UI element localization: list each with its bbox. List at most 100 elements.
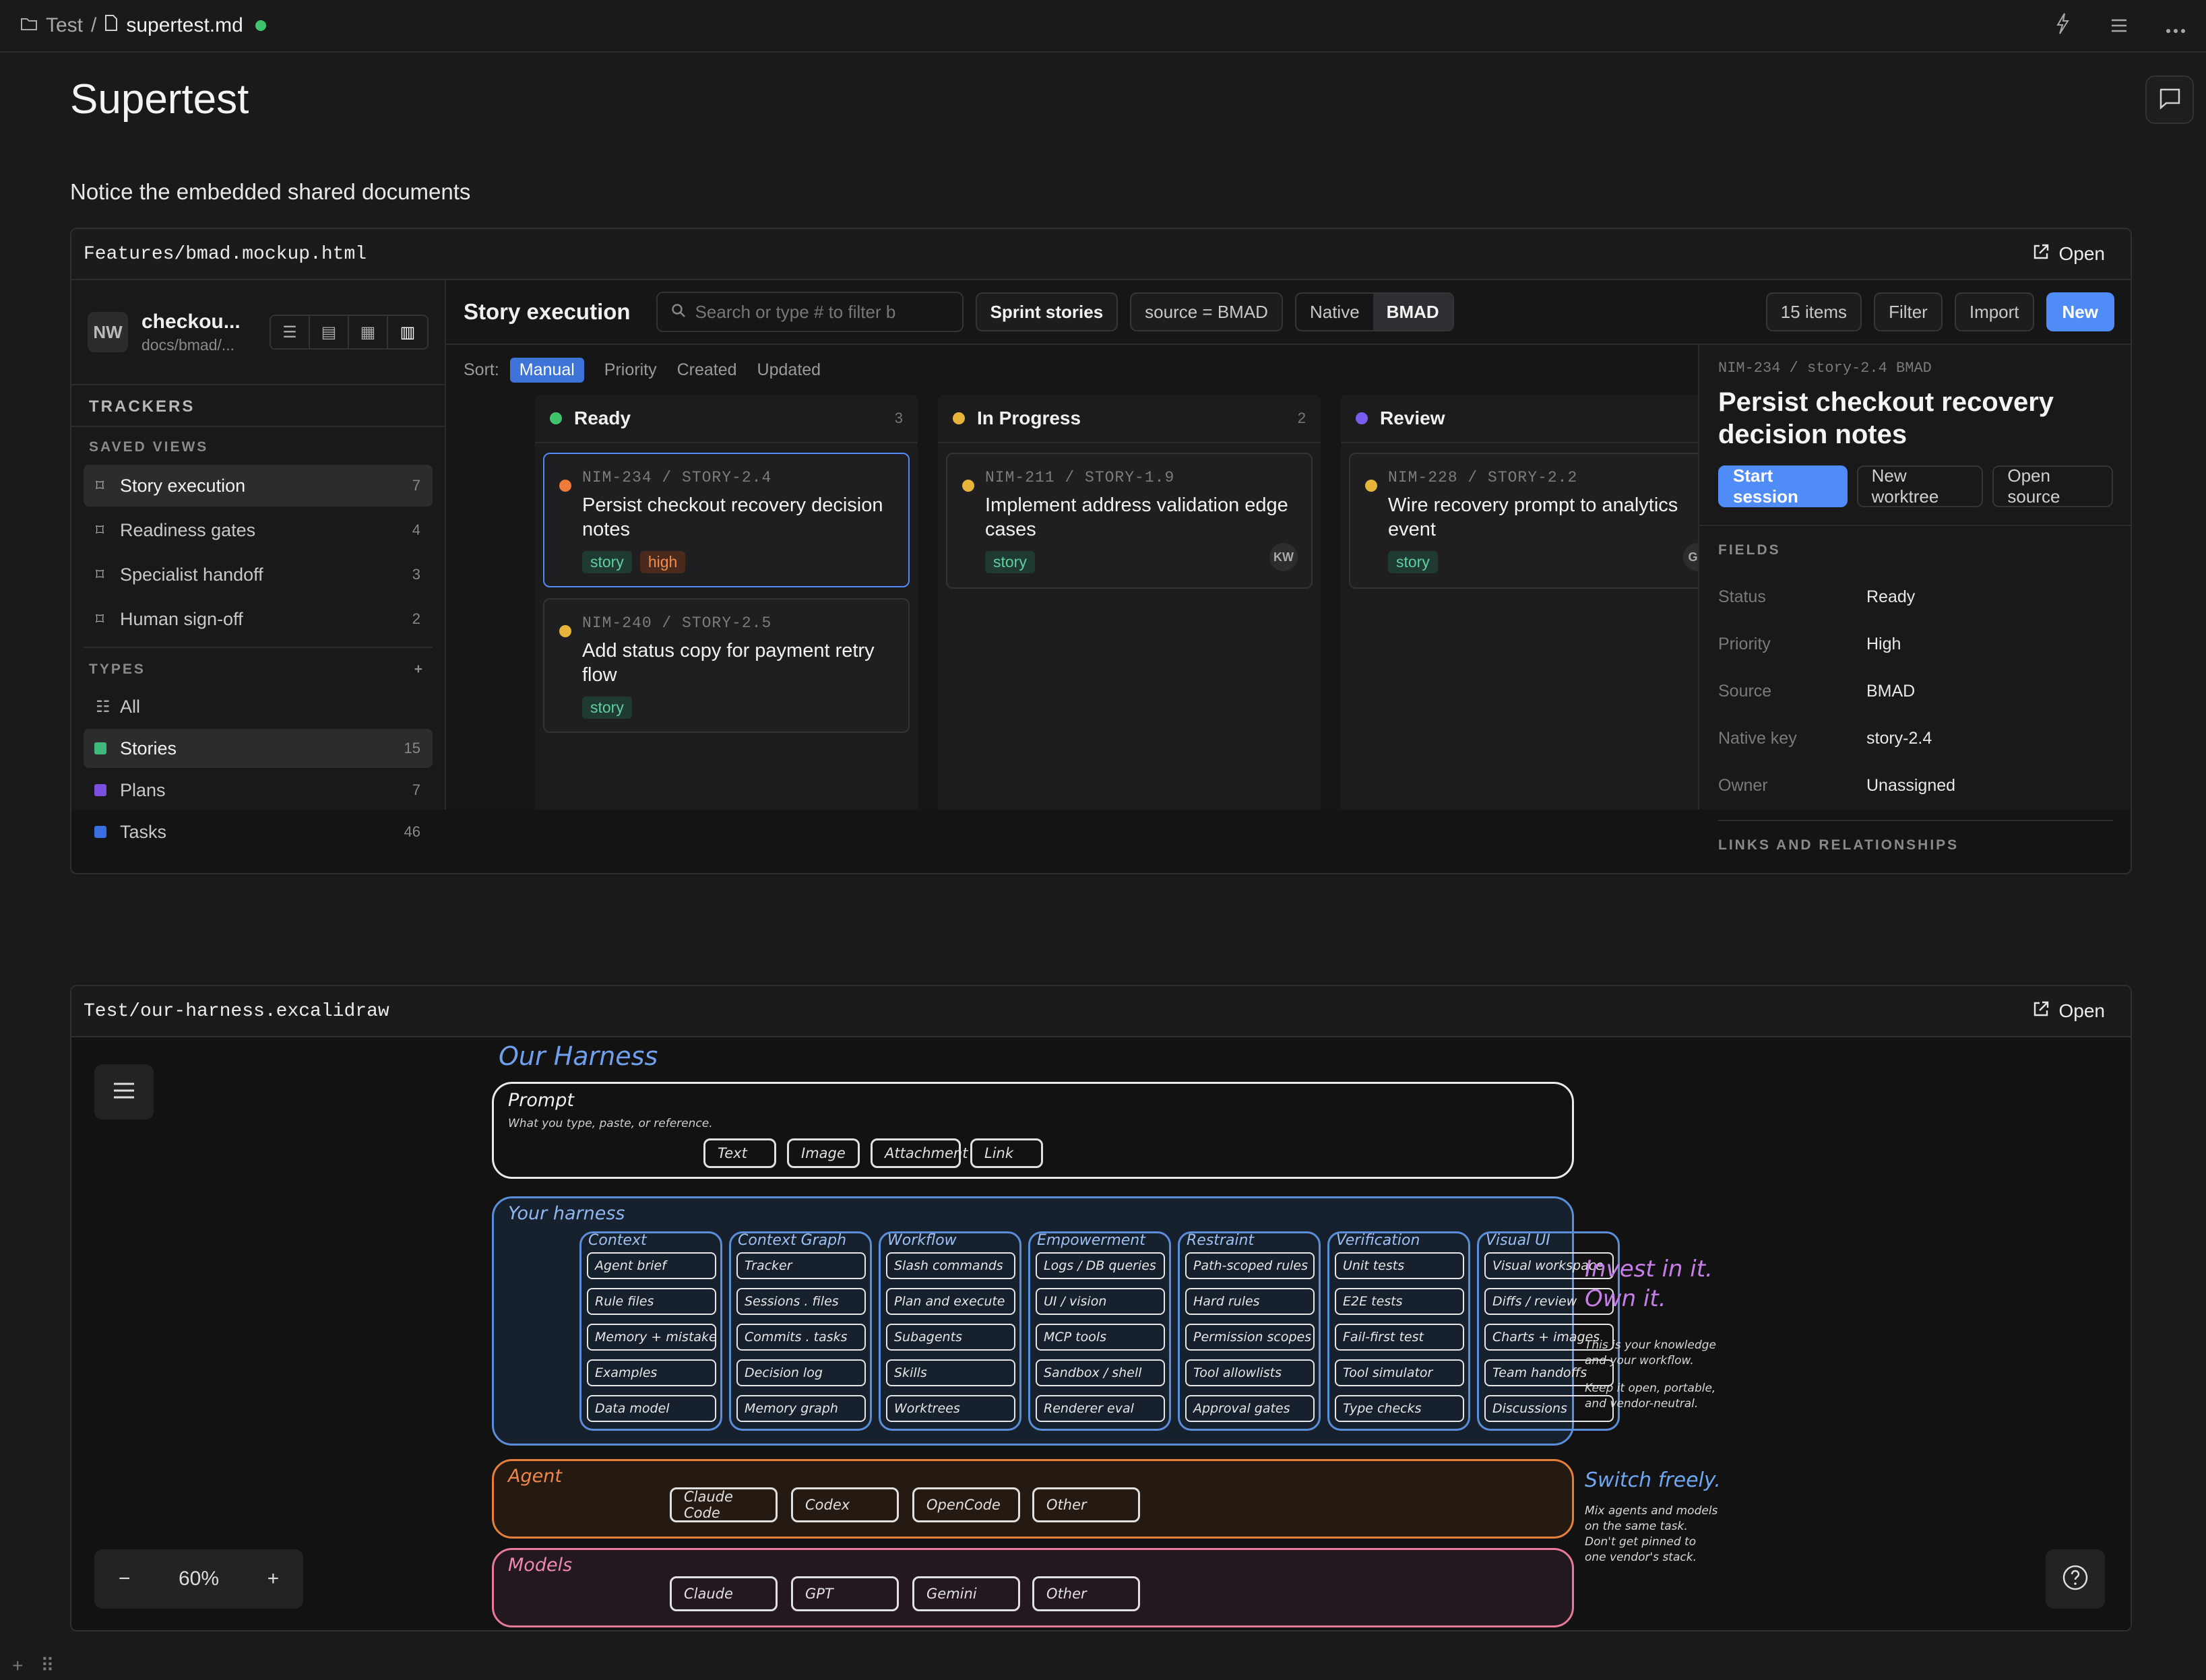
harness-item: Plan and execute [886, 1288, 1015, 1315]
file-icon [104, 14, 118, 37]
saved-view-label: Human sign-off [120, 608, 243, 629]
avatar: KW [1269, 543, 1298, 571]
tracker-sidebar: NW checkou... docs/bmad/... ☰ ▤ ▦ ▥ TRAC… [71, 280, 446, 842]
help-button[interactable] [2046, 1549, 2105, 1609]
switch-line: Don't get pinned to [1585, 1535, 1697, 1549]
project-name[interactable]: checkou... [141, 311, 241, 333]
harness-item: Slash commands [886, 1252, 1015, 1279]
story-card[interactable]: NIM-234 / STORY-2.4 Persist checkout rec… [543, 453, 910, 587]
search-input[interactable]: Search or type # to filter b [656, 292, 964, 332]
type-plans[interactable]: Plans 7 [84, 771, 433, 810]
start-session-button[interactable]: Start session [1718, 465, 1848, 507]
zoom-level[interactable]: 60% [179, 1568, 219, 1590]
sort-created[interactable]: Created [677, 360, 737, 380]
invest-line: Keep it open, portable, [1585, 1382, 1716, 1395]
filter-button[interactable]: Filter [1874, 292, 1943, 331]
outline-icon[interactable] [2110, 13, 2128, 40]
harness-item: MCP tools [1036, 1324, 1165, 1351]
card-key: NIM-228 / STORY-2.2 [1388, 469, 1578, 486]
saved-view-readiness-gates[interactable]: ⌑ Readiness gates 4 [84, 509, 433, 551]
native-toggle[interactable]: Native [1296, 294, 1373, 330]
saved-view-specialist-handoff[interactable]: ⌑ Specialist handoff 3 [84, 554, 433, 595]
breadcrumb-folder[interactable]: Test [46, 14, 83, 37]
source-filter[interactable]: source = BMAD [1130, 292, 1283, 331]
zoom-in-button[interactable]: + [267, 1568, 280, 1590]
field-value[interactable]: BMAD [1866, 682, 1915, 701]
card-title: Wire recovery prompt to analytics event [1388, 494, 1678, 540]
story-card[interactable]: NIM-240 / STORY-2.5 Add status copy for … [543, 598, 910, 733]
breadcrumb-separator: / [91, 14, 97, 36]
harness-column: Empowerment Logs / DB queries UI / vision M… [1028, 1231, 1171, 1431]
type-label: All [120, 696, 141, 717]
invest-note: This is your knowledge and your workflow… [1585, 1338, 1716, 1412]
column-name: Ready [574, 408, 631, 428]
harness-item: Worktrees [886, 1395, 1015, 1422]
harness-column: Context Graph Tracker Sessions . files Comm… [729, 1231, 872, 1431]
sort-priority[interactable]: Priority [604, 360, 657, 380]
card-title: Implement address validation edge cases [985, 494, 1288, 540]
field-value[interactable]: Unassigned [1866, 776, 1955, 796]
field-row: Owner Unassigned [1718, 762, 2113, 809]
bookmark-icon: ⌑ [96, 565, 104, 584]
field-value[interactable]: High [1866, 635, 1901, 654]
harness-item: Renderer eval [1036, 1395, 1165, 1422]
column-count: 2 [1297, 410, 1306, 426]
harness-item: Commits . tasks [736, 1324, 866, 1351]
comments-button[interactable] [2145, 75, 2194, 124]
add-type-button[interactable]: + [414, 661, 424, 678]
open-source-button[interactable]: Open source [1992, 465, 2113, 507]
list-view-icon[interactable]: ☰ [271, 316, 310, 348]
bookmark-icon: ⌑ [96, 521, 104, 540]
sparkle-icon[interactable] [2052, 12, 2073, 41]
import-button[interactable]: Import [1954, 292, 2034, 331]
table-view-icon[interactable]: ▤ [310, 316, 349, 348]
plus-icon[interactable]: + [12, 1655, 23, 1676]
column-name: In Progress [977, 408, 1081, 428]
sort-manual[interactable]: Manual [509, 357, 584, 383]
prompt-chip-attachment: Attachment [871, 1138, 968, 1168]
add-block-controls[interactable]: + ⠿ [12, 1654, 55, 1677]
harness-item: Logs / DB queries [1036, 1252, 1165, 1279]
excalidraw-canvas[interactable]: Our Harness Prompt What you type, paste,… [71, 1037, 2131, 1630]
canvas-menu-button[interactable] [94, 1064, 154, 1120]
harness-column-title: Verification [1336, 1232, 1420, 1249]
saved-view-story-execution[interactable]: ⌑ Story execution 7 [84, 465, 433, 507]
board-view-icon[interactable]: ▥ [388, 316, 427, 348]
harness-column-title: Empowerment [1037, 1232, 1145, 1249]
story-card[interactable]: NIM-211 / STORY-1.9 Implement address va… [946, 453, 1313, 589]
zoom-out-button[interactable]: − [119, 1568, 131, 1590]
harness-item: Memory + mistakes [587, 1324, 716, 1351]
sprint-stories-filter[interactable]: Sprint stories [975, 292, 1118, 331]
field-value[interactable]: story-2.4 [1866, 729, 1932, 748]
new-button[interactable]: New [2046, 292, 2114, 331]
column-header: Ready 3 [535, 395, 918, 443]
saved-view-count: 4 [412, 521, 420, 538]
agent-chip-other: Other [1032, 1487, 1140, 1522]
embed-open-button[interactable]: Open [2032, 1000, 2105, 1023]
type-label: Plans [120, 779, 166, 800]
field-value[interactable]: Ready [1866, 587, 1915, 607]
harness-item: Type checks [1335, 1395, 1464, 1422]
type-tasks[interactable]: Tasks 46 [84, 812, 433, 851]
help-icon [2062, 1564, 2089, 1594]
type-all[interactable]: ☷ All [84, 687, 433, 726]
sort-updated[interactable]: Updated [757, 360, 821, 380]
more-icon[interactable] [2166, 13, 2186, 40]
field-key: Source [1718, 681, 1772, 701]
new-worktree-button[interactable]: New worktree [1856, 465, 1984, 507]
embed-open-button[interactable]: Open [2032, 243, 2105, 265]
bmad-toggle[interactable]: BMAD [1373, 294, 1453, 330]
invest-line: and your workflow. [1585, 1354, 1694, 1367]
grid-view-icon[interactable]: ▦ [349, 316, 388, 348]
harness-item: E2E tests [1335, 1288, 1464, 1315]
harness-item: Rule files [587, 1288, 716, 1315]
saved-view-human-sign-off[interactable]: ⌑ Human sign-off 2 [84, 598, 433, 640]
type-stories[interactable]: Stories 15 [84, 729, 433, 768]
breadcrumb-file[interactable]: supertest.md [126, 14, 243, 37]
story-card[interactable]: NIM-228 / STORY-2.2 Wire recovery prompt… [1349, 453, 1711, 589]
drag-handle-icon[interactable]: ⠿ [40, 1655, 55, 1676]
switch-line: Mix agents and models [1585, 1504, 1718, 1518]
harness-column-title: Context [588, 1232, 647, 1249]
column-ready: Ready 3 NIM-234 / STORY-2.4 Persist chec… [535, 395, 918, 810]
harness-item: Path-scoped rules [1185, 1252, 1315, 1279]
